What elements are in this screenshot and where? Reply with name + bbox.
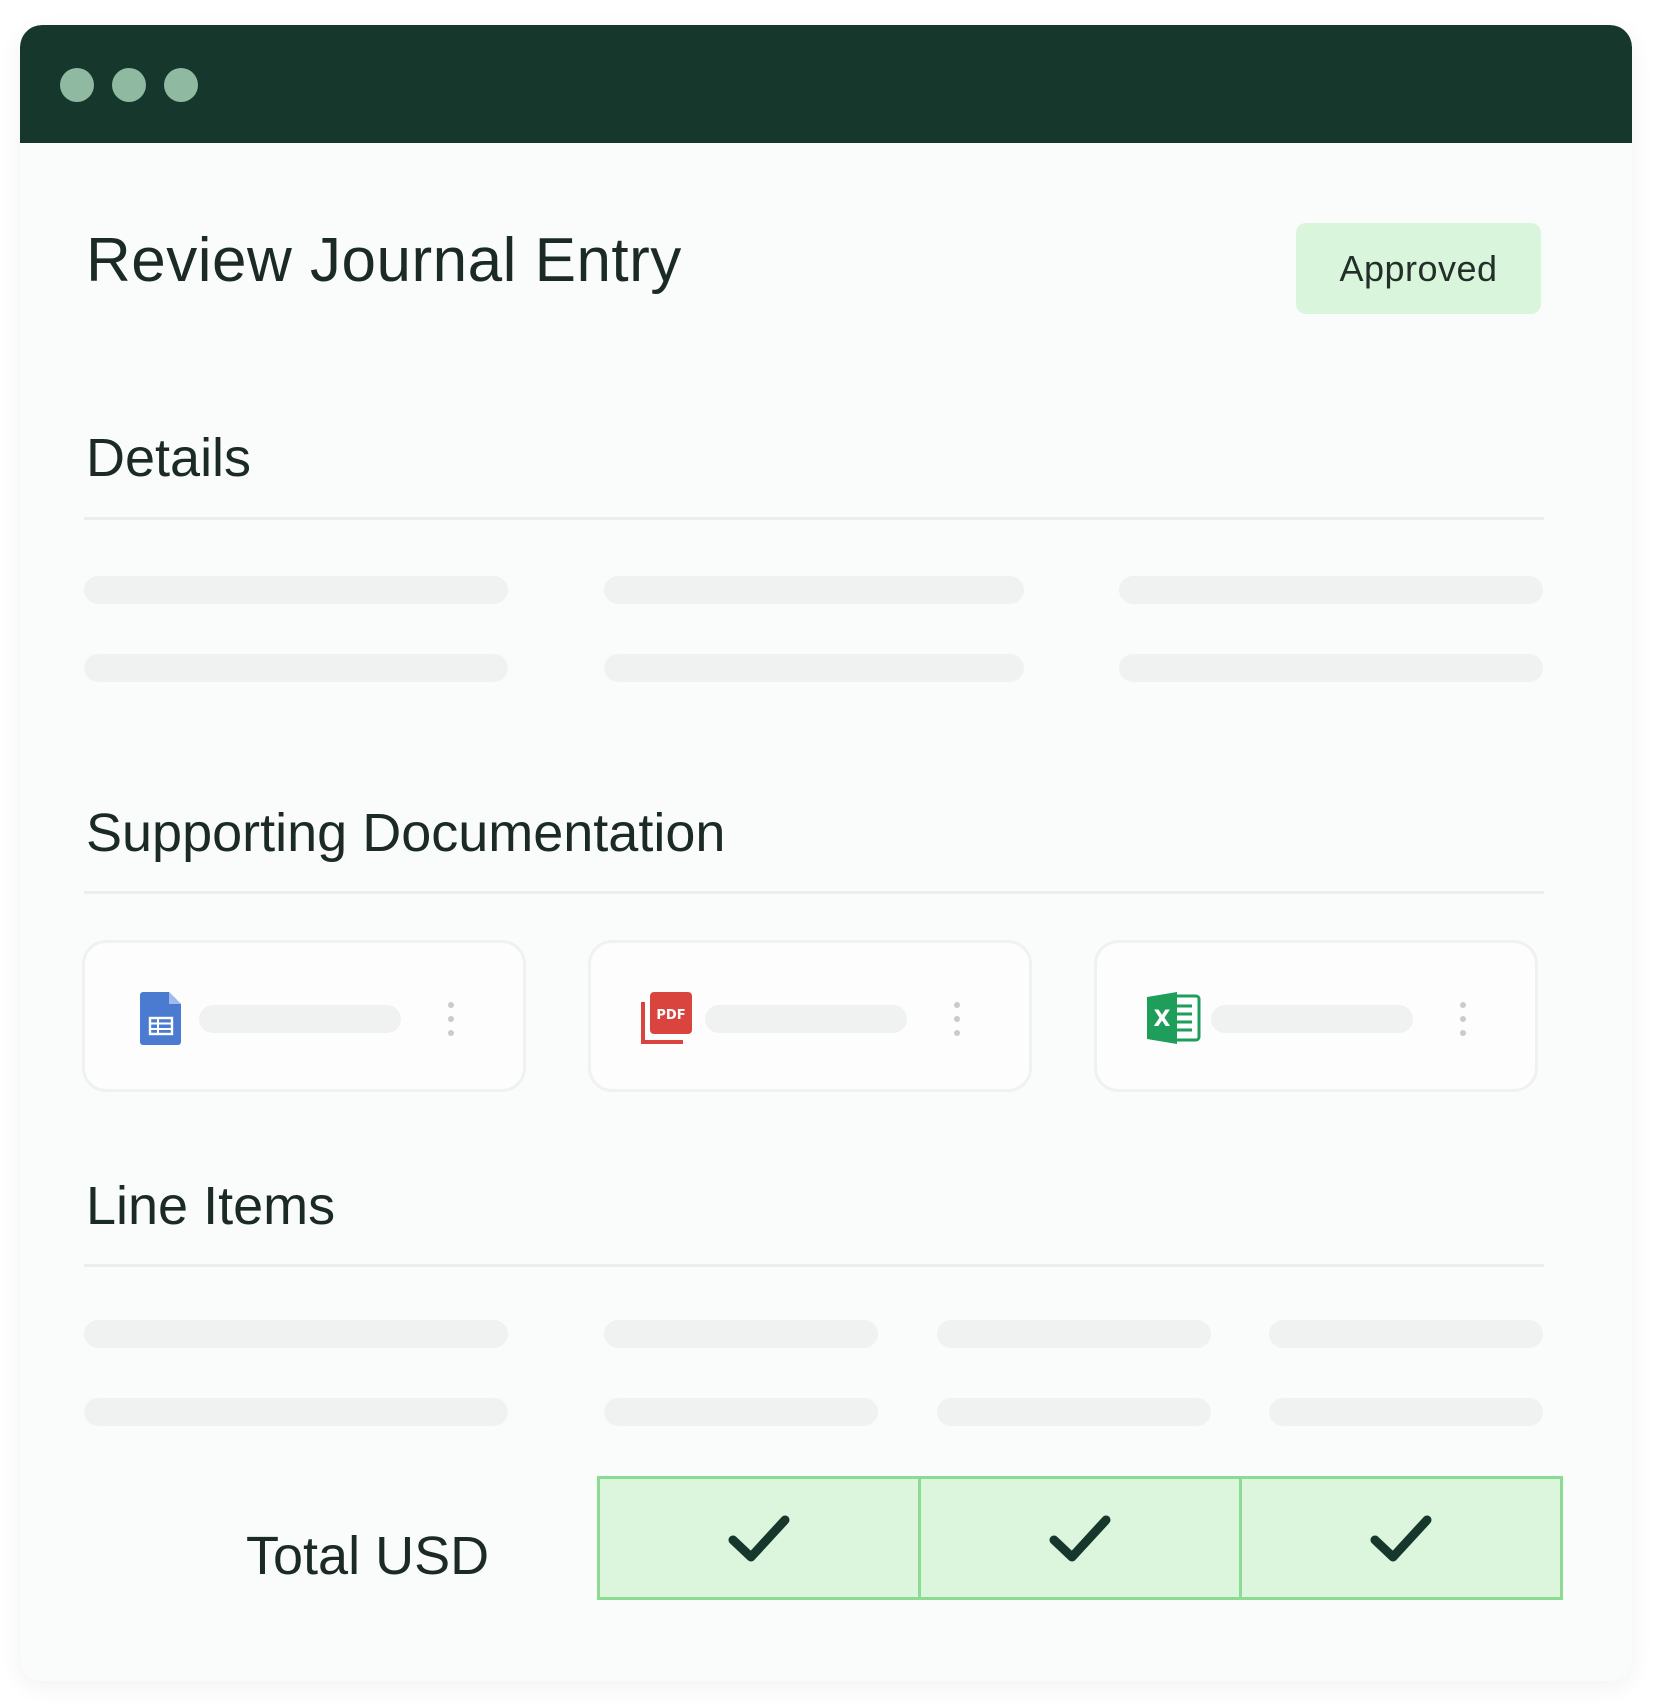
documentation-divider — [84, 891, 1544, 894]
checkmark-icon — [728, 1515, 790, 1562]
line-item-placeholder — [937, 1398, 1211, 1426]
line-item-placeholder — [1269, 1320, 1543, 1348]
window-minimize-dot[interactable] — [112, 68, 146, 102]
total-check-cell — [1242, 1479, 1560, 1597]
line-item-placeholder — [84, 1320, 508, 1348]
details-placeholder — [84, 576, 508, 604]
line-item-placeholder — [937, 1320, 1211, 1348]
svg-text:PDF: PDF — [656, 1008, 685, 1023]
line-items-heading: Line Items — [86, 1176, 336, 1236]
more-options-icon[interactable] — [953, 1001, 961, 1037]
window-close-dot[interactable] — [60, 68, 94, 102]
total-check-cell — [600, 1479, 921, 1597]
pdf-icon: PDF — [641, 992, 692, 1044]
window-maximize-dot[interactable] — [164, 68, 198, 102]
documentation-heading: Supporting Documentation — [86, 803, 726, 863]
more-options-icon[interactable] — [447, 1001, 455, 1037]
details-heading: Details — [86, 428, 252, 488]
document-name-placeholder — [1211, 1005, 1413, 1033]
document-card-excel[interactable]: X — [1094, 940, 1538, 1092]
line-item-placeholder — [1269, 1398, 1543, 1426]
line-item-placeholder — [604, 1398, 878, 1426]
total-check-cell — [921, 1479, 1242, 1597]
google-sheets-icon — [140, 992, 181, 1045]
details-placeholder — [1119, 576, 1543, 604]
details-placeholder — [1119, 654, 1543, 682]
more-options-icon[interactable] — [1459, 1001, 1467, 1037]
document-name-placeholder — [199, 1005, 401, 1033]
details-placeholder — [604, 654, 1024, 682]
checkmark-icon — [1049, 1515, 1111, 1562]
details-placeholder — [84, 654, 508, 682]
line-item-placeholder — [604, 1320, 878, 1348]
details-divider — [84, 517, 1544, 520]
document-name-placeholder — [705, 1005, 907, 1033]
total-check-row — [597, 1476, 1563, 1600]
svg-text:X: X — [1154, 1007, 1171, 1032]
checkmark-icon — [1370, 1515, 1432, 1562]
total-label: Total USD — [246, 1526, 490, 1586]
window-titlebar — [20, 25, 1632, 143]
document-card-pdf[interactable]: PDF — [588, 940, 1032, 1092]
line-item-placeholder — [84, 1398, 508, 1426]
details-placeholder — [604, 576, 1024, 604]
line-items-divider — [84, 1264, 1544, 1267]
app-window: Review Journal Entry Approved Details Su… — [20, 25, 1632, 1681]
excel-icon: X — [1147, 992, 1201, 1044]
status-badge: Approved — [1296, 223, 1541, 314]
page-title: Review Journal Entry — [86, 226, 682, 295]
document-card-sheets[interactable] — [82, 940, 526, 1092]
